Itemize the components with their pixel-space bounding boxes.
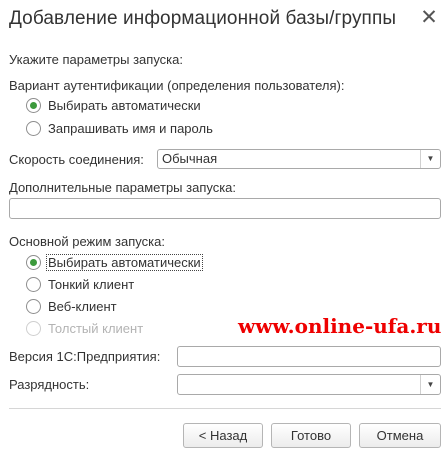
auth-option-ask-label: Запрашивать имя и пароль — [48, 120, 213, 136]
done-button[interactable]: Готово — [271, 423, 351, 448]
radio-checked-icon[interactable] — [26, 97, 41, 113]
launch-option-web[interactable]: Веб-клиент — [26, 297, 117, 315]
watermark-text: www.online-ufa.ru — [238, 314, 442, 338]
radio-icon[interactable] — [26, 120, 41, 136]
bitness-select[interactable]: ▼ — [177, 374, 441, 395]
launch-option-auto[interactable]: Выбирать автоматически — [26, 253, 203, 271]
auth-label: Вариант аутентификации (определения поль… — [9, 78, 345, 93]
launch-option-auto-label: Выбирать автоматически — [46, 253, 203, 271]
speed-value: Обычная — [162, 151, 218, 166]
radio-icon[interactable] — [26, 276, 41, 292]
chevron-down-icon[interactable]: ▼ — [420, 375, 440, 394]
version-input[interactable] — [177, 346, 441, 367]
dialog-title: Добавление информационной базы/группы — [9, 8, 397, 29]
radio-icon[interactable] — [26, 298, 41, 314]
launch-params-label: Укажите параметры запуска: — [9, 52, 183, 67]
extra-params-input[interactable] — [9, 198, 441, 219]
launch-option-thick-label: Толстый клиент — [48, 320, 144, 336]
radio-checked-icon[interactable] — [26, 254, 41, 270]
launch-option-thick: Толстый клиент — [26, 319, 143, 337]
auth-option-auto-label: Выбирать автоматически — [48, 97, 201, 113]
extra-params-label: Дополнительные параметры запуска: — [9, 180, 237, 195]
speed-label: Скорость соединения: — [9, 152, 144, 167]
close-icon[interactable]: ✕ — [416, 5, 442, 31]
divider — [9, 408, 441, 409]
launch-mode-label: Основной режим запуска: — [9, 234, 165, 249]
chevron-down-icon[interactable]: ▼ — [420, 150, 440, 168]
launch-option-web-label: Веб-клиент — [48, 298, 117, 314]
bitness-label: Разрядность: — [9, 377, 90, 392]
auth-option-ask[interactable]: Запрашивать имя и пароль — [26, 119, 213, 137]
radio-disabled-icon — [26, 320, 41, 336]
cancel-button[interactable]: Отмена — [359, 423, 441, 448]
version-label: Версия 1С:Предприятия: — [9, 349, 161, 364]
launch-option-thin[interactable]: Тонкий клиент — [26, 275, 134, 293]
auth-option-auto[interactable]: Выбирать автоматически — [26, 96, 201, 114]
back-button[interactable]: < Назад — [183, 423, 263, 448]
launch-option-thin-label: Тонкий клиент — [48, 276, 135, 292]
speed-select[interactable]: Обычная ▼ — [157, 149, 441, 169]
